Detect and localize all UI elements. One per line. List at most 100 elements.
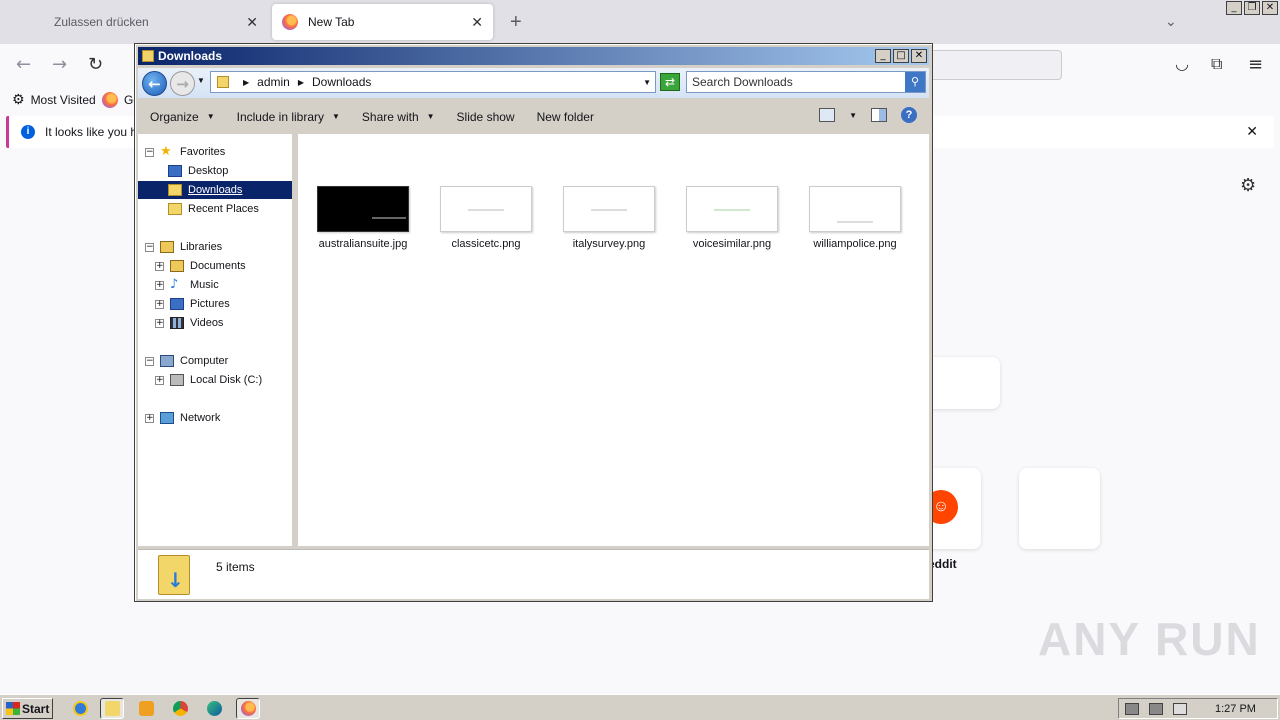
chevron-right-icon[interactable]: ▶ (298, 78, 304, 87)
new-tab-button[interactable]: + (500, 4, 532, 40)
settings-gear-icon[interactable]: ⚙ (1240, 175, 1256, 196)
tree-libraries[interactable]: − Libraries (145, 238, 222, 256)
tree-downloads[interactable]: Downloads (138, 181, 292, 199)
collapse-icon[interactable]: − (145, 147, 154, 157)
url-bar[interactable] (925, 50, 1062, 80)
tree-recent-places[interactable]: Recent Places (168, 200, 259, 218)
file-name: australiansuite.jpg (318, 238, 408, 250)
tree-desktop[interactable]: Desktop (168, 162, 228, 180)
media-player-icon[interactable] (134, 698, 158, 719)
taskbar: Start 1:27 PM (0, 694, 1280, 720)
shortcut-tile-empty[interactable] (1019, 468, 1100, 549)
bookmark-most-visited[interactable]: ⚙ Most Visited (12, 92, 96, 108)
recent-places-icon (168, 203, 182, 215)
expand-icon[interactable]: + (155, 280, 164, 290)
tree-local-disk[interactable]: + Local Disk (C:) (155, 371, 262, 389)
expand-icon[interactable]: + (155, 375, 164, 385)
include-in-library-button[interactable]: Include in library ▼ (237, 110, 340, 124)
expand-icon[interactable]: + (155, 318, 164, 328)
breadcrumb-admin[interactable]: admin (257, 75, 290, 89)
speaker-icon[interactable] (1125, 702, 1139, 715)
close-icon[interactable]: ✕ (246, 14, 258, 31)
image-thumbnail (563, 186, 655, 232)
firefox-taskbar-icon[interactable] (236, 698, 260, 719)
item-count: 5 items (216, 560, 255, 574)
edge-icon[interactable] (202, 698, 226, 719)
back-button[interactable]: ← (142, 71, 167, 96)
extensions-icon[interactable]: ⧉ (1211, 54, 1222, 74)
collapse-icon[interactable]: − (145, 356, 154, 366)
back-arrow-icon[interactable]: ← (16, 54, 31, 75)
forward-button[interactable]: → (170, 71, 195, 96)
tab-zulassen[interactable]: Zulassen drücken ✕ (44, 4, 268, 40)
tree-pictures[interactable]: + Pictures (155, 295, 230, 313)
search-input[interactable]: Search Downloads ⚲ (686, 71, 926, 93)
address-row: ← → ▼ ▶ admin ▶ Downloads ▼ ⇄ Search Dow… (138, 68, 929, 98)
hamburger-menu-icon[interactable]: ≡ (1248, 54, 1263, 75)
expand-icon[interactable]: + (155, 261, 164, 271)
image-thumbnail (440, 186, 532, 232)
share-with-button[interactable]: Share with ▼ (362, 110, 435, 124)
tree-documents[interactable]: + Documents (155, 257, 246, 275)
new-folder-button[interactable]: New folder (537, 110, 594, 124)
file-name: williampolice.png (813, 238, 897, 250)
file-item[interactable]: italysurvey.png (554, 186, 664, 250)
explorer-titlebar[interactable]: Downloads _ □ ✕ (138, 47, 929, 65)
reload-icon[interactable]: ↻ (88, 54, 103, 75)
tree-computer[interactable]: − Computer (145, 352, 228, 370)
explorer-taskbar-icon[interactable] (100, 698, 124, 719)
chevron-right-icon[interactable]: ▶ (243, 78, 249, 87)
collapse-icon[interactable]: − (145, 242, 154, 252)
tree-music[interactable]: + ♪ Music (155, 276, 219, 294)
close-button[interactable]: ✕ (1262, 1, 1278, 15)
minimize-button[interactable]: _ (875, 49, 891, 63)
search-icon[interactable]: ⚲ (905, 72, 925, 92)
tree-favorites[interactable]: − ★ Favorites (145, 143, 225, 161)
close-icon[interactable]: ✕ (1246, 124, 1258, 140)
file-item[interactable]: australiansuite.jpg (308, 186, 418, 250)
change-view-icon[interactable] (819, 108, 836, 122)
file-item[interactable]: williampolice.png (800, 186, 910, 250)
file-item[interactable]: classicetc.png (431, 186, 541, 250)
search-card[interactable] (925, 357, 1000, 409)
recent-pages-dropdown[interactable]: ▼ (197, 76, 205, 85)
internet-explorer-icon[interactable] (68, 698, 92, 719)
forward-arrow-icon[interactable]: → (52, 54, 67, 75)
firefox-menu-icon[interactable] (6, 4, 36, 40)
expand-icon[interactable]: + (155, 299, 164, 309)
file-name: classicetc.png (451, 238, 521, 250)
folder-icon (142, 50, 154, 62)
slide-show-button[interactable]: Slide show (457, 110, 515, 124)
file-list-pane: australiansuite.jpg classicetc.png italy… (298, 134, 929, 546)
navigation-pane: − ★ Favorites Desktop Downloads Recent P… (138, 134, 295, 546)
organize-button[interactable]: Organize ▼ (150, 110, 215, 124)
refresh-button[interactable]: ⇄ (660, 73, 680, 91)
close-button[interactable]: ✕ (911, 49, 927, 63)
address-bar[interactable]: ▶ admin ▶ Downloads ▼ (210, 71, 656, 93)
clock[interactable]: 1:27 PM (1215, 703, 1256, 715)
star-icon: ★ (160, 144, 172, 159)
maximize-button[interactable]: □ (893, 49, 909, 63)
tab-new-tab[interactable]: New Tab ✕ (272, 4, 493, 40)
disk-icon (170, 374, 184, 386)
help-icon[interactable]: ? (901, 107, 917, 123)
view-dropdown-icon[interactable]: ▼ (849, 111, 857, 120)
tree-network[interactable]: + Network (145, 409, 220, 427)
chrome-icon[interactable] (168, 698, 192, 719)
start-button[interactable]: Start (2, 698, 53, 719)
restore-button[interactable]: ❐ (1244, 1, 1260, 15)
network-tray-icon[interactable] (1149, 702, 1163, 715)
preview-pane-icon[interactable] (871, 108, 887, 122)
minimize-button[interactable]: _ (1226, 1, 1242, 15)
address-dropdown-icon[interactable]: ▼ (643, 78, 651, 87)
close-icon[interactable]: ✕ (471, 14, 483, 31)
chevron-down-icon[interactable]: ⌄ (1155, 4, 1187, 40)
breadcrumb-downloads[interactable]: Downloads (312, 75, 371, 89)
pocket-icon[interactable]: ◡ (1175, 54, 1189, 73)
expand-icon[interactable]: + (145, 413, 154, 423)
tab-label: New Tab (308, 15, 355, 29)
tree-videos[interactable]: + Videos (155, 314, 223, 332)
file-item[interactable]: voicesimilar.png (677, 186, 787, 250)
flag-icon[interactable] (1173, 702, 1187, 715)
image-thumbnail (686, 186, 778, 232)
